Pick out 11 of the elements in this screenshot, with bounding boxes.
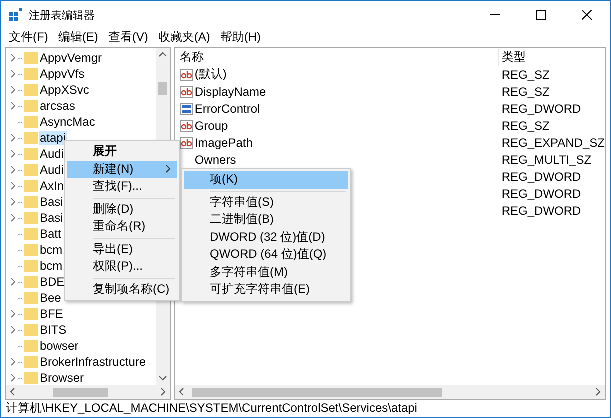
value-type: REG_EXPAND_SZ: [502, 136, 605, 150]
value-type: REG_DWORD: [502, 186, 582, 200]
value-type: REG_DWORD: [502, 102, 582, 116]
value-type: REG_DWORD: [502, 204, 582, 218]
value-type: REG_MULTI_SZ: [502, 152, 592, 166]
value-type: REG_SZ: [502, 68, 550, 82]
value-type: REG_SZ: [502, 118, 550, 132]
value-type: REG_DWORD: [502, 170, 582, 184]
value-type: REG_SZ: [502, 84, 550, 98]
status-bar-path: 计算机\HKEY_LOCAL_MACHINE\SYSTEM\CurrentControlSet\Services\atapi: [5, 400, 418, 417]
window-title: 注册表编辑器: [29, 8, 95, 22]
